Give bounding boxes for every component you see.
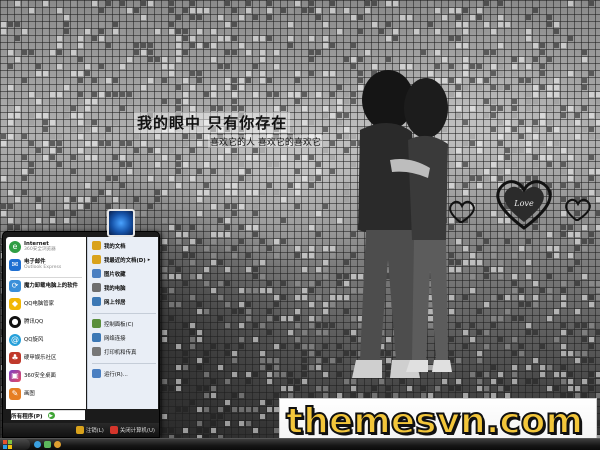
start-menu-divider	[10, 277, 82, 278]
place-my-pictures[interactable]: 图片收藏	[88, 269, 158, 278]
start-menu-places-column: 我的文档 我最近的文档(D) ▸ 图片收藏 我的电脑 网上邻居 控制面板(C) …	[87, 237, 158, 409]
uninstall-icon: ⟳	[9, 280, 21, 292]
qq-penguin-icon: ●	[9, 316, 21, 328]
submenu-arrow-icon: ▸	[147, 256, 151, 263]
svg-text:Love: Love	[513, 199, 534, 208]
quick-launch-desktop-icon[interactable]	[44, 441, 51, 448]
run-icon	[92, 369, 101, 378]
place-label: 图片收藏	[104, 271, 126, 278]
recent-program[interactable]: @ QQ旋风	[6, 334, 86, 346]
recent-documents-icon	[92, 255, 101, 264]
place-label: 控制面板(C)	[104, 321, 134, 328]
power-icon	[109, 426, 118, 434]
place-label: 运行(R)...	[104, 371, 128, 378]
recent-program[interactable]: ● 腾讯QQ	[6, 316, 86, 328]
pinned-email-subtitle: Outlook Express	[24, 265, 62, 271]
places-divider	[92, 313, 156, 314]
taskbar	[0, 438, 600, 450]
recent-program-label: QQ旋风	[24, 336, 44, 343]
place-label: 网络连接	[104, 335, 126, 342]
watermark-text: themesvn.com	[285, 400, 584, 443]
recent-program[interactable]: ▣ 360安全桌面	[6, 370, 86, 382]
place-my-computer[interactable]: 我的电脑	[88, 283, 158, 292]
place-control-panel[interactable]: 控制面板(C)	[88, 319, 158, 328]
arrow-right-icon: ▶	[47, 412, 55, 419]
place-label: 我最近的文档(D)	[104, 257, 146, 264]
place-label: 打印机和传真	[104, 349, 137, 356]
recent-program[interactable]: ✎ 画图	[6, 388, 86, 400]
windows-logo-icon	[3, 440, 12, 449]
game-community-icon: ♣	[9, 352, 21, 364]
pinned-internet-subtitle: 360安全浏览器	[24, 247, 56, 253]
user-account-picture[interactable]	[107, 209, 135, 237]
recent-program-label: 画图	[24, 390, 35, 397]
place-my-documents[interactable]: 我的文档	[88, 241, 158, 250]
place-label: 我的电脑	[104, 285, 126, 292]
love-hearts-graphic: Love	[449, 180, 591, 230]
pinned-email[interactable]: ✉ 电子邮件 Outlook Express	[6, 259, 86, 271]
recent-program[interactable]: ♣ 硬甲娱乐社区	[6, 352, 86, 364]
logoff-label: 注销(L)	[85, 428, 104, 434]
place-network-connections[interactable]: 网络连接	[88, 333, 158, 342]
recent-program[interactable]: ◆ QQ电脑管家	[6, 298, 86, 310]
my-documents-icon	[92, 241, 101, 250]
logoff-button[interactable]: 注销(L)	[75, 426, 104, 434]
network-places-icon	[92, 297, 101, 306]
recent-program[interactable]: ⟳ 魔力卸载电脑上的软件	[6, 280, 86, 292]
qq-manager-icon: ◆	[9, 298, 21, 310]
all-programs-label: 所有程序(P)	[11, 413, 43, 420]
network-connections-icon	[92, 333, 101, 342]
email-icon: ✉	[9, 259, 21, 271]
place-run[interactable]: 运行(R)...	[88, 369, 158, 378]
my-computer-icon	[92, 283, 101, 292]
all-programs-button[interactable]: 所有程序(P) ▶	[11, 410, 85, 420]
qq-whirlwind-icon: @	[9, 334, 21, 346]
place-recent-documents[interactable]: 我最近的文档(D) ▸	[88, 255, 158, 264]
recent-program-label: QQ电脑管家	[24, 300, 55, 307]
start-menu[interactable]: e Internet 360安全浏览器 ✉ 电子邮件 Outlook Express…	[2, 209, 160, 438]
start-menu-footer: 注销(L) 关闭计算机(U)	[3, 423, 159, 437]
recent-program-label: 360安全桌面	[24, 372, 56, 379]
paint-icon: ✎	[9, 388, 21, 400]
place-label: 我的文档	[104, 243, 126, 250]
recent-program-label: 魔力卸载电脑上的软件	[24, 282, 78, 289]
internet-browser-icon: e	[9, 241, 21, 253]
quick-launch-media-icon[interactable]	[54, 441, 61, 448]
my-pictures-icon	[92, 269, 101, 278]
pinned-internet[interactable]: e Internet 360安全浏览器	[6, 241, 86, 253]
wallpaper-caption: 我的眼中 只有你存在	[134, 112, 291, 133]
printer-icon	[92, 347, 101, 356]
places-divider	[92, 363, 156, 364]
360-desktop-icon: ▣	[9, 370, 21, 382]
start-button[interactable]	[0, 439, 30, 450]
shutdown-button[interactable]: 关闭计算机(U)	[109, 426, 155, 434]
wallpaper-subcaption: 喜欢它的人 喜欢它的喜欢它	[208, 135, 323, 148]
place-network-places[interactable]: 网上邻居	[88, 297, 158, 306]
place-label: 网上邻居	[104, 299, 126, 306]
recent-program-label: 硬甲娱乐社区	[24, 354, 57, 361]
recent-program-label: 腾讯QQ	[24, 318, 44, 325]
start-menu-programs-column: e Internet 360安全浏览器 ✉ 电子邮件 Outlook Express…	[6, 237, 86, 409]
control-panel-icon	[92, 319, 101, 328]
key-icon	[75, 426, 84, 434]
shutdown-label: 关闭计算机(U)	[119, 428, 155, 434]
quick-launch-browser-icon[interactable]	[34, 441, 41, 448]
place-printers[interactable]: 打印机和传真	[88, 347, 158, 356]
